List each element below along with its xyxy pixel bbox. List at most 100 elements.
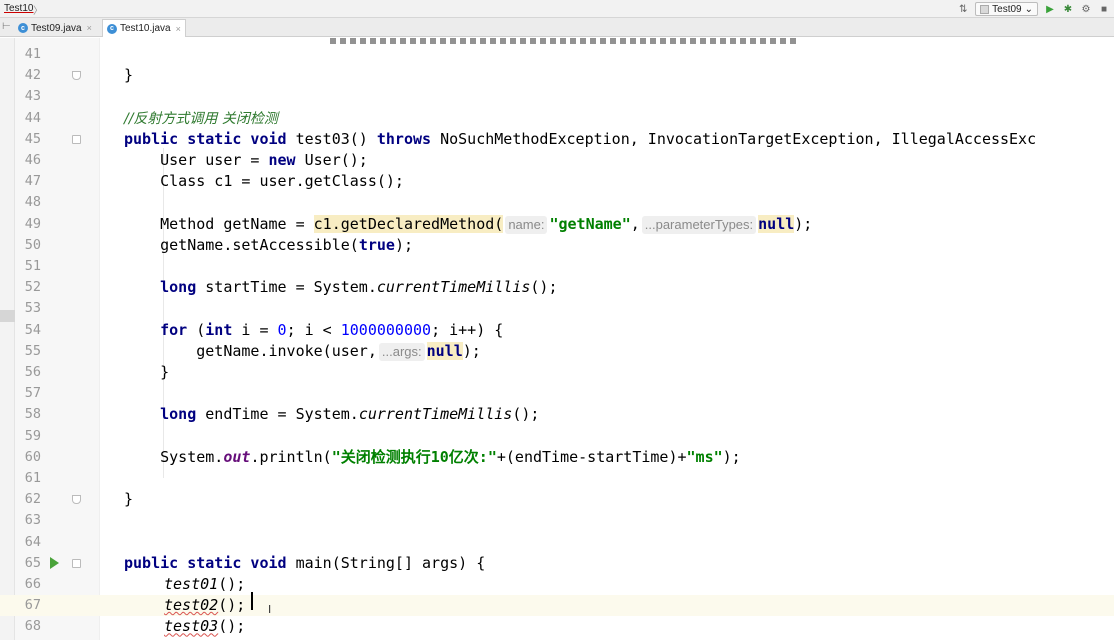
line-number: 57 bbox=[24, 385, 41, 402]
keyword: int bbox=[205, 320, 233, 339]
code-line-59[interactable]: 59 bbox=[0, 426, 1114, 447]
code-line-57[interactable]: 57 bbox=[0, 383, 1114, 404]
line-number: 43 bbox=[24, 88, 41, 105]
code-line-54[interactable]: 54 for (int i = 0; i < 1000000000; i++) … bbox=[0, 320, 1114, 341]
code-line-61[interactable]: 61 bbox=[0, 468, 1114, 489]
line-number: 48 bbox=[24, 194, 41, 211]
code-line-67-current[interactable]: 67 test02(); bbox=[0, 595, 1114, 617]
navigation-bar: Test10 〉 ⇅ Test09 ⌄ ▶ ✱ ⚙ ■ bbox=[0, 0, 1114, 18]
code-segment: System. bbox=[124, 447, 224, 466]
line-number: 41 bbox=[24, 46, 41, 62]
debug-icon[interactable]: ✱ bbox=[1062, 3, 1074, 15]
code-line-50[interactable]: 50 getName.setAccessible(true); bbox=[0, 235, 1114, 256]
code-segment: endTime = System. bbox=[196, 405, 359, 424]
fold-end-icon[interactable] bbox=[72, 71, 81, 81]
tab-test09[interactable]: c Test09.java × bbox=[14, 19, 96, 37]
code-line-48[interactable]: 48 bbox=[0, 192, 1114, 213]
line-number: 50 bbox=[24, 236, 41, 253]
code-line-42[interactable]: 42 } bbox=[0, 65, 1114, 86]
code-segment: , bbox=[630, 214, 640, 233]
keyword: public static void bbox=[124, 553, 287, 572]
line-number: 47 bbox=[24, 173, 41, 190]
code-line-65[interactable]: 65 public static void main(String[] args… bbox=[0, 553, 1114, 574]
tab-test10[interactable]: c Test10.java × bbox=[102, 19, 186, 37]
breadcrumb-separator: 〉 bbox=[33, 6, 43, 17]
code-line-44[interactable]: 44 //反射方式调用 关闭检测 bbox=[0, 108, 1114, 129]
ibeam-cursor-icon: I bbox=[268, 603, 272, 616]
line-number: 45 bbox=[24, 130, 41, 147]
code-segment: (); bbox=[218, 617, 246, 636]
code-segment: main(String[] args) { bbox=[286, 553, 486, 572]
code-line-68[interactable]: 68 test03(); bbox=[0, 616, 1114, 637]
close-icon[interactable]: × bbox=[176, 24, 181, 34]
code-line-45[interactable]: 45 public static void test03() throws No… bbox=[0, 129, 1114, 150]
static-method-call: test02 bbox=[164, 596, 219, 615]
code-segment: User user = bbox=[124, 151, 269, 169]
code-line-60[interactable]: 60 System.out.println("关闭检测执行10亿次:"+(end… bbox=[0, 447, 1114, 468]
line-number: 60 bbox=[24, 448, 41, 465]
code-line-52[interactable]: 52 long startTime = System.currentTimeMi… bbox=[0, 277, 1114, 298]
sort-icon[interactable]: ⇅ bbox=[957, 3, 969, 15]
code-line-56[interactable]: 56 } bbox=[0, 362, 1114, 383]
keyword: new bbox=[268, 151, 296, 169]
line-number: 66 bbox=[24, 576, 41, 592]
fold-end-icon[interactable] bbox=[72, 495, 81, 505]
tab-gutter-icon: ⊢ bbox=[2, 21, 11, 32]
run-config-label: Test09 bbox=[992, 3, 1022, 15]
close-icon[interactable]: × bbox=[87, 23, 92, 33]
code-line-55[interactable]: 55 getName.invoke(user, ...args: null); bbox=[0, 341, 1114, 362]
parameter-hint: ...parameterTypes: bbox=[641, 215, 757, 234]
parameter-hint: ...args: bbox=[378, 342, 425, 361]
code-line-41[interactable]: 41 bbox=[0, 44, 1114, 65]
code-segment: ); bbox=[794, 214, 813, 233]
code-line-47[interactable]: 47 Class c1 = user.getClass(); bbox=[0, 171, 1114, 192]
code-segment: ); bbox=[462, 341, 481, 360]
code-line-51[interactable]: 51 bbox=[0, 256, 1114, 277]
line-number: 61 bbox=[24, 470, 41, 486]
code-text: long startTime = System.currentTimeMilli… bbox=[124, 277, 557, 298]
code-text: } bbox=[124, 66, 134, 85]
code-line-62[interactable]: 62 } bbox=[0, 489, 1114, 510]
keyword: for bbox=[124, 320, 188, 339]
code-segment: i = bbox=[232, 320, 278, 339]
run-icon[interactable]: ▶ bbox=[1044, 3, 1056, 15]
keyword: null bbox=[426, 341, 463, 360]
line-number: 56 bbox=[24, 364, 41, 380]
highlighted-call: c1.getDeclaredMethod( bbox=[313, 214, 504, 233]
fold-icon[interactable] bbox=[72, 558, 81, 568]
coverage-icon[interactable]: ⚙ bbox=[1080, 3, 1092, 15]
code-line-66[interactable]: 66 test01(); bbox=[0, 574, 1114, 595]
fold-icon[interactable] bbox=[72, 134, 81, 144]
code-text: for (int i = 0; i < 1000000000; i++) { bbox=[124, 320, 503, 341]
code-segment: ); bbox=[394, 235, 413, 254]
run-gutter-icon[interactable] bbox=[50, 556, 59, 569]
line-number: 68 bbox=[24, 618, 41, 635]
code-line-58[interactable]: 58 long endTime = System.currentTimeMill… bbox=[0, 404, 1114, 425]
code-line-49[interactable]: 49 Method getName = c1.getDeclaredMethod… bbox=[0, 214, 1114, 235]
code-line-46[interactable]: 46 User user = new User(); bbox=[0, 150, 1114, 171]
code-text: getName.setAccessible(true); bbox=[124, 235, 413, 256]
line-number: 42 bbox=[24, 67, 41, 84]
java-class-icon: c bbox=[18, 23, 28, 33]
keyword: long bbox=[124, 405, 197, 424]
code-line-43[interactable]: 43 bbox=[0, 86, 1114, 107]
code-line-63[interactable]: 63 bbox=[0, 510, 1114, 531]
code-text: long endTime = System.currentTimeMillis(… bbox=[124, 404, 539, 425]
string-literal: "getName" bbox=[549, 214, 631, 233]
code-editor[interactable]: 41 42 } 43 44 //反射方式调用 关闭检测 45 public st… bbox=[0, 38, 1114, 640]
code-text: Method getName = c1.getDeclaredMethod(na… bbox=[124, 214, 812, 235]
code-segment: getName.invoke(user, bbox=[124, 341, 377, 360]
static-method: currentTimeMillis bbox=[376, 278, 531, 297]
line-number: 58 bbox=[24, 406, 41, 423]
code-text: test01(); bbox=[164, 574, 245, 595]
parameter-hint: name: bbox=[505, 215, 548, 234]
string-literal: "关闭检测执行10亿次:" bbox=[331, 447, 497, 466]
stop-icon[interactable]: ■ bbox=[1098, 3, 1110, 15]
code-segment: (); bbox=[218, 575, 246, 593]
code-line-53[interactable]: 53 bbox=[0, 298, 1114, 319]
code-text: getName.invoke(user, ...args: null); bbox=[124, 341, 481, 362]
run-configuration-select[interactable]: Test09 ⌄ bbox=[975, 2, 1038, 16]
code-line-64[interactable]: 64 bbox=[0, 532, 1114, 553]
code-text: } bbox=[124, 490, 134, 509]
breadcrumb-test10[interactable]: Test10 bbox=[4, 3, 33, 14]
